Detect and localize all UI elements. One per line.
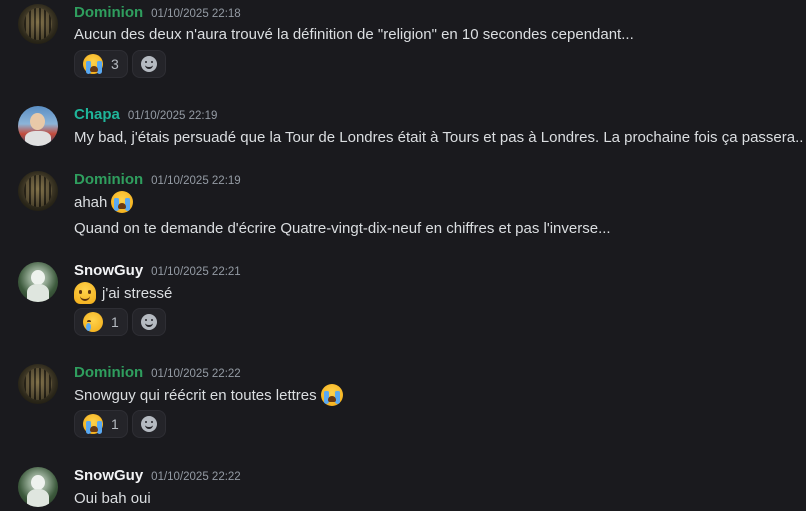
loudly-crying-face-icon: [111, 191, 134, 213]
reaction-count: 1: [111, 314, 119, 330]
melting-face-icon: [74, 282, 96, 304]
message-text: Aucun des deux n'aura trouvé la définiti…: [74, 25, 634, 43]
avatar[interactable]: [18, 364, 58, 404]
add-reaction-icon: [140, 56, 157, 72]
avatar[interactable]: [18, 467, 58, 507]
reaction-button[interactable]: 1: [74, 410, 128, 438]
author-name[interactable]: Dominion: [74, 364, 143, 381]
add-reaction-button[interactable]: [131, 410, 166, 438]
message-text: Snowguy qui réécrit en toutes lettres: [74, 383, 343, 407]
reaction-count: 3: [111, 56, 119, 72]
add-reaction-button[interactable]: [131, 50, 166, 78]
timestamp: 01/10/2025 22:18: [151, 8, 241, 20]
reactions-bar: 1: [74, 410, 166, 440]
author-name[interactable]: Chapa: [74, 106, 120, 123]
reactions-bar: 1: [74, 308, 166, 338]
message-text: Oui bah oui: [74, 489, 151, 507]
message-text-part: j'ai stressé: [102, 284, 173, 302]
message-text: ahah: [74, 190, 134, 214]
loudly-crying-face-icon: [320, 384, 343, 406]
message-text: Quand on te demande d'écrire Quatre-ving…: [74, 219, 611, 237]
author-name[interactable]: Dominion: [74, 4, 143, 21]
timestamp: 01/10/2025 22:21: [151, 266, 241, 278]
author-name[interactable]: Dominion: [74, 171, 143, 188]
loudly-crying-face-icon: [83, 54, 103, 74]
timestamp: 01/10/2025 22:22: [151, 471, 241, 483]
timestamp: 01/10/2025 22:22: [151, 368, 241, 380]
add-reaction-button[interactable]: [131, 308, 166, 336]
loudly-crying-face-icon: [83, 414, 103, 434]
avatar[interactable]: [18, 4, 58, 44]
reactions-bar: 3: [74, 50, 166, 80]
face-holding-back-tears-icon: [83, 312, 103, 332]
reaction-button[interactable]: 3: [74, 50, 128, 78]
author-name[interactable]: SnowGuy: [74, 467, 143, 484]
reaction-count: 1: [111, 416, 119, 432]
author-name[interactable]: SnowGuy: [74, 262, 143, 279]
message-text-part: Snowguy qui réécrit en toutes lettres: [74, 386, 317, 404]
timestamp: 01/10/2025 22:19: [151, 175, 241, 187]
message-text: My bad, j'étais persuadé que la Tour de …: [74, 128, 804, 146]
reaction-button[interactable]: 1: [74, 308, 128, 336]
avatar[interactable]: [18, 262, 58, 302]
add-reaction-icon: [140, 314, 157, 330]
timestamp: 01/10/2025 22:19: [127, 110, 218, 122]
message-text-part: ahah: [74, 193, 108, 211]
avatar[interactable]: [18, 171, 58, 211]
message-text: j'ai stressé: [74, 281, 172, 305]
add-reaction-icon: [140, 416, 157, 432]
avatar[interactable]: [18, 106, 58, 146]
